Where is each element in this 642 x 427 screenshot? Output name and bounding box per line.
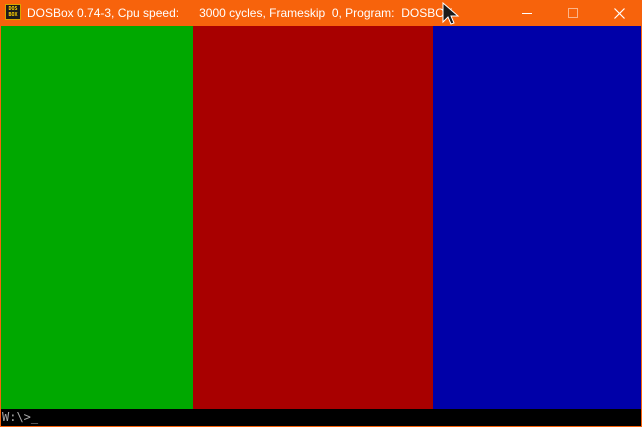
- dosbox-window: DOS BOX DOSBox 0.74-3, Cpu speed: 3000 c…: [0, 0, 642, 427]
- title-app-info: DOSBox 0.74-3, Cpu speed:: [27, 6, 180, 20]
- command-prompt[interactable]: W:\>_: [1, 409, 641, 426]
- text-cursor: _: [30, 410, 39, 424]
- mouse-pointer-icon: [442, 2, 460, 25]
- minimize-button[interactable]: [504, 0, 550, 26]
- prompt-text: W:\>: [2, 410, 31, 424]
- dos-screen[interactable]: W:\>_: [1, 26, 641, 426]
- window-title: DOSBox 0.74-3, Cpu speed: 3000 cycles, F…: [27, 5, 453, 21]
- red-color-bar: [193, 26, 433, 409]
- dosbox-app-icon[interactable]: DOS BOX: [5, 4, 21, 20]
- maximize-icon: [568, 8, 578, 18]
- green-color-bar: [1, 26, 193, 409]
- app-icon-text-bottom: BOX: [8, 12, 18, 18]
- close-icon: [613, 7, 625, 19]
- maximize-button[interactable]: [550, 0, 596, 26]
- close-button[interactable]: [596, 0, 642, 26]
- title-bar[interactable]: DOS BOX DOSBox 0.74-3, Cpu speed: 3000 c…: [1, 0, 641, 26]
- blue-color-bar: [433, 26, 641, 409]
- title-cycles-info: 3000 cycles, Frameskip 0, Program:: [199, 6, 395, 20]
- minimize-icon: [522, 13, 532, 14]
